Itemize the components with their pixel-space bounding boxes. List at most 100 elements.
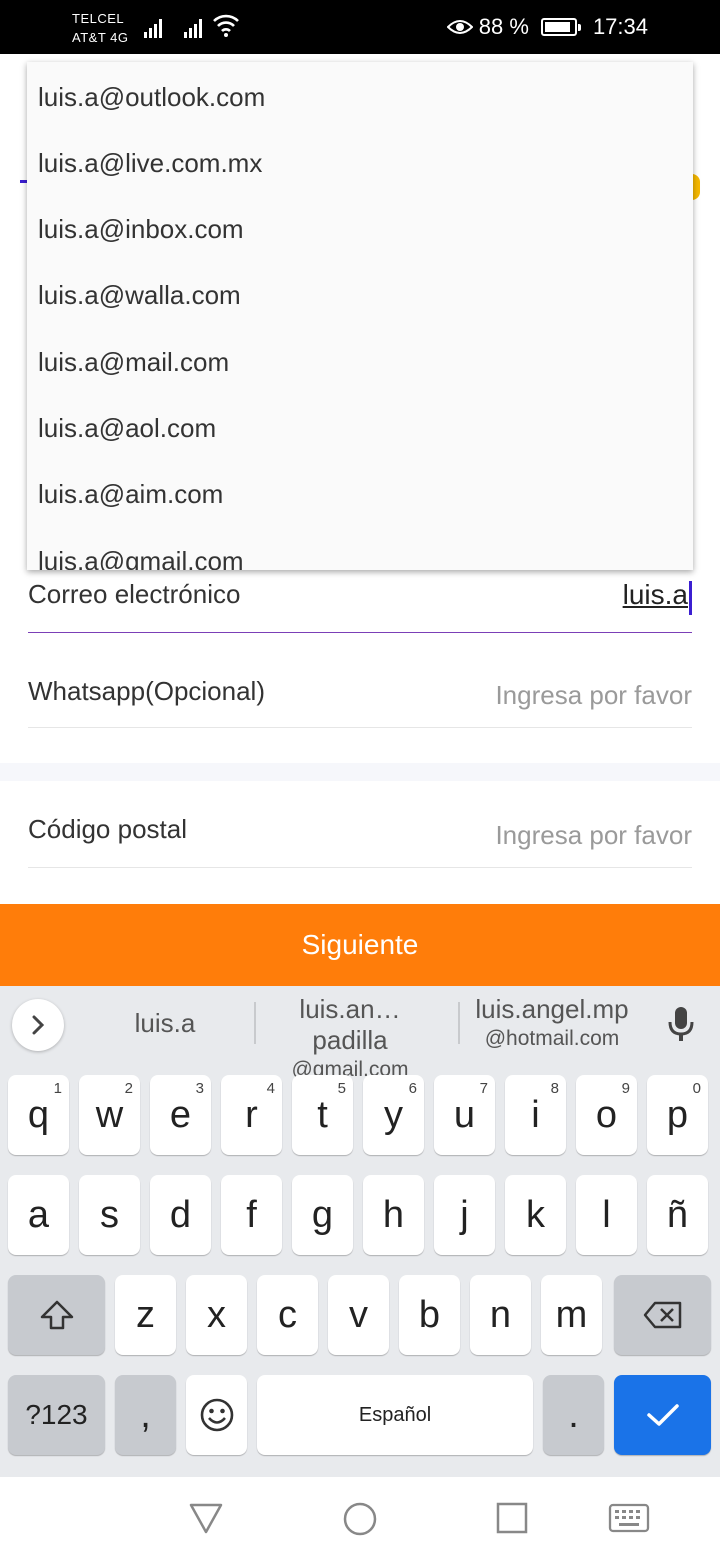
key-y[interactable]: y6 bbox=[363, 1075, 424, 1155]
key-label: t bbox=[317, 1094, 328, 1136]
carrier-info: TELCEL AT&T 4G bbox=[72, 9, 128, 47]
key-x[interactable]: x bbox=[186, 1275, 247, 1355]
suggestion-1[interactable]: luis.a bbox=[100, 1008, 230, 1039]
expand-toolbar-button[interactable] bbox=[12, 999, 64, 1051]
shift-key[interactable] bbox=[8, 1275, 105, 1355]
next-button[interactable]: Siguiente bbox=[0, 904, 720, 986]
suggestion-2-main: luis.an…padilla bbox=[299, 994, 401, 1055]
recents-square-icon[interactable] bbox=[496, 1502, 528, 1534]
symbols-key[interactable]: ?123 bbox=[8, 1375, 105, 1455]
key-i[interactable]: i8 bbox=[505, 1075, 566, 1155]
key-s[interactable]: s bbox=[79, 1175, 140, 1255]
key-u[interactable]: u7 bbox=[434, 1075, 495, 1155]
status-right: 88 % 17:34 bbox=[446, 14, 648, 40]
emoji-key[interactable] bbox=[186, 1375, 247, 1455]
key-label: y bbox=[384, 1094, 403, 1136]
signal-icon-1 bbox=[144, 16, 166, 38]
key-hint: 2 bbox=[124, 1080, 133, 1097]
chevron-right-icon bbox=[32, 1015, 45, 1035]
key-label: o bbox=[595, 1094, 618, 1136]
carrier-att: AT&T 4G bbox=[72, 30, 129, 45]
microphone-icon[interactable] bbox=[668, 1006, 694, 1042]
key-n[interactable]: n bbox=[470, 1275, 531, 1355]
key-label: u bbox=[453, 1094, 476, 1136]
key-h[interactable]: h bbox=[363, 1175, 424, 1255]
suggestion-3-main: luis.angel.mp bbox=[475, 994, 629, 1024]
backspace-key[interactable] bbox=[614, 1275, 711, 1355]
key-g[interactable]: g bbox=[292, 1175, 353, 1255]
autocomplete-option[interactable]: luis.a@aol.com bbox=[38, 413, 216, 444]
text-cursor bbox=[689, 581, 692, 615]
emoji-icon bbox=[200, 1398, 233, 1432]
key-label: p bbox=[666, 1094, 689, 1136]
key-hint: 7 bbox=[479, 1080, 488, 1097]
suggestion-bar: luis.a luis.an…padilla @gmail.com luis.a… bbox=[0, 986, 720, 1081]
key-r[interactable]: r4 bbox=[221, 1075, 282, 1155]
navigation-bar bbox=[0, 1477, 720, 1560]
key-k[interactable]: k bbox=[505, 1175, 566, 1255]
autocomplete-option[interactable]: luis.a@walla.com bbox=[38, 280, 241, 311]
key-j[interactable]: j bbox=[434, 1175, 495, 1255]
enter-key[interactable] bbox=[614, 1375, 711, 1455]
key-q[interactable]: q1 bbox=[8, 1075, 69, 1155]
key-ñ[interactable]: ñ bbox=[647, 1175, 708, 1255]
postal-code-field[interactable]: Código postal Ingresa por favor bbox=[28, 772, 692, 868]
suggestion-3[interactable]: luis.angel.mp @hotmail.com bbox=[466, 994, 638, 1051]
key-hint: 3 bbox=[195, 1080, 204, 1097]
email-input[interactable]: luis.a bbox=[623, 579, 692, 611]
clock: 17:34 bbox=[592, 14, 648, 39]
autocomplete-option[interactable]: luis.a@inbox.com bbox=[38, 214, 244, 245]
key-t[interactable]: t5 bbox=[292, 1075, 353, 1155]
wifi-icon bbox=[213, 14, 239, 37]
signal-icon-2 bbox=[184, 16, 206, 38]
autocomplete-option[interactable]: luis.a@mail.com bbox=[38, 347, 229, 378]
autocomplete-option[interactable]: luis.a@gmail.com bbox=[38, 546, 244, 570]
period-key[interactable]: . bbox=[543, 1375, 604, 1455]
keyboard-icon[interactable] bbox=[608, 1503, 650, 1533]
key-m[interactable]: m bbox=[541, 1275, 602, 1355]
key-p[interactable]: p0 bbox=[647, 1075, 708, 1155]
comma-key[interactable]: , bbox=[115, 1375, 176, 1455]
battery-percent: 88 % bbox=[478, 14, 529, 39]
key-label: e bbox=[169, 1094, 192, 1136]
suggestion-3-sub: @hotmail.com bbox=[484, 1027, 620, 1050]
key-d[interactable]: d bbox=[150, 1175, 211, 1255]
status-bar: TELCEL AT&T 4G 88 % 17:34 bbox=[0, 0, 720, 54]
whatsapp-field[interactable]: Whatsapp(Opcional) Ingresa por favor bbox=[28, 632, 692, 728]
coin-icon bbox=[692, 174, 700, 200]
key-w[interactable]: w2 bbox=[79, 1075, 140, 1155]
key-o[interactable]: o9 bbox=[576, 1075, 637, 1155]
shift-icon bbox=[40, 1300, 73, 1330]
suggestion-2[interactable]: luis.an…padilla @gmail.com bbox=[262, 994, 438, 1082]
key-a[interactable]: a bbox=[8, 1175, 69, 1255]
checkmark-icon bbox=[646, 1404, 679, 1426]
key-b[interactable]: b bbox=[399, 1275, 460, 1355]
email-autocomplete-dropdown[interactable]: luis.a@outlook.com luis.a@live.com.mx lu… bbox=[27, 62, 693, 570]
key-hint: 8 bbox=[550, 1080, 559, 1097]
back-triangle-icon[interactable] bbox=[188, 1501, 224, 1535]
key-l[interactable]: l bbox=[576, 1175, 637, 1255]
whatsapp-input[interactable]: Ingresa por favor bbox=[495, 680, 692, 711]
key-z[interactable]: z bbox=[115, 1275, 176, 1355]
key-f[interactable]: f bbox=[221, 1175, 282, 1255]
key-hint: 4 bbox=[266, 1080, 275, 1097]
space-key[interactable]: Español bbox=[257, 1375, 533, 1455]
email-label: Correo electrónico bbox=[28, 579, 241, 609]
suggestion-divider bbox=[254, 1002, 256, 1044]
postal-code-input[interactable]: Ingresa por favor bbox=[495, 820, 692, 851]
key-c[interactable]: c bbox=[257, 1275, 318, 1355]
battery-icon bbox=[540, 18, 581, 36]
key-v[interactable]: v bbox=[328, 1275, 389, 1355]
key-hint: 9 bbox=[621, 1080, 630, 1097]
key-label: w bbox=[95, 1094, 124, 1136]
key-hint: 5 bbox=[337, 1080, 346, 1097]
key-e[interactable]: e3 bbox=[150, 1075, 211, 1155]
home-circle-icon[interactable] bbox=[342, 1501, 378, 1537]
autocomplete-option[interactable]: luis.a@outlook.com bbox=[38, 82, 265, 113]
key-hint: 6 bbox=[408, 1080, 417, 1097]
autocomplete-option[interactable]: luis.a@live.com.mx bbox=[38, 148, 262, 179]
autocomplete-option[interactable]: luis.a@aim.com bbox=[38, 479, 223, 510]
battery-fill bbox=[544, 22, 570, 32]
key-label: r bbox=[245, 1094, 258, 1136]
backspace-icon bbox=[643, 1301, 681, 1329]
